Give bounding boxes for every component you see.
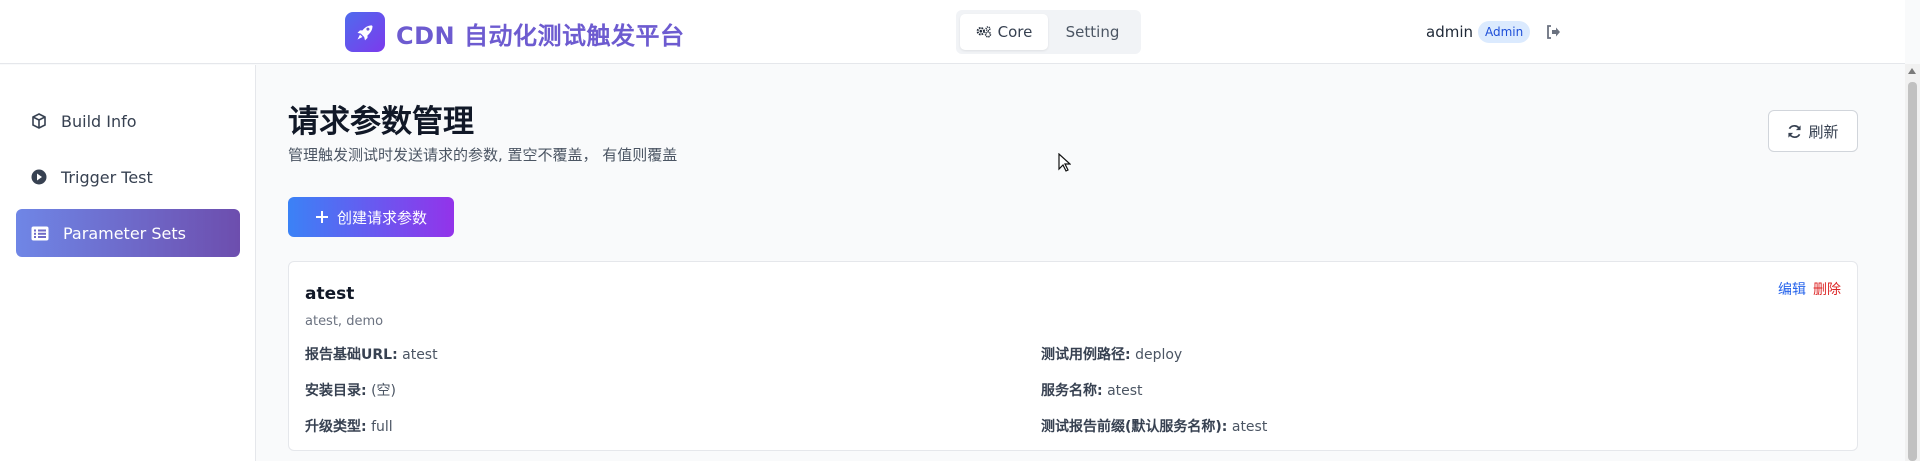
page-title: 请求参数管理 [288, 104, 474, 140]
field-label: 报告基础URL: [305, 347, 398, 363]
card-tags: atest, demo [305, 314, 384, 329]
tab-setting[interactable]: Setting [1048, 14, 1137, 50]
field-service-name: 服务名称: atest [1041, 380, 1143, 400]
field-label: 安装目录: [305, 383, 367, 399]
field-label: 升级类型: [305, 419, 367, 435]
sign-out-icon[interactable] [1545, 24, 1561, 40]
field-value: deploy [1135, 347, 1183, 363]
field-label: 测试报告前缀(默认服务名称): [1041, 419, 1228, 435]
field-value: atest [402, 347, 438, 363]
tab-core-label: Core [997, 23, 1033, 41]
sidebar-item-label: Build Info [61, 111, 137, 131]
list-icon [31, 226, 49, 240]
refresh-button[interactable]: 刷新 [1768, 110, 1858, 152]
plus-icon [315, 211, 328, 223]
create-label: 创建请求参数 [336, 208, 427, 227]
vertical-scrollbar[interactable] [1905, 64, 1920, 461]
sidebar-item-trigger-test[interactable]: Trigger Test [16, 153, 240, 201]
gears-icon [976, 26, 991, 38]
sidebar-item-build-info[interactable]: Build Info [16, 97, 240, 145]
edit-button[interactable]: 编辑 [1778, 279, 1806, 299]
mouse-cursor-icon [1058, 153, 1071, 172]
sidebar-item-parameter-sets[interactable]: Parameter Sets [16, 209, 240, 257]
tab-core[interactable]: Core [960, 14, 1048, 50]
field-value: full [371, 419, 393, 435]
field-value: atest [1107, 383, 1143, 399]
rocket-icon [357, 25, 373, 41]
create-parameter-button[interactable]: 创建请求参数 [288, 197, 454, 237]
refresh-icon [1788, 124, 1802, 138]
app-logo[interactable] [345, 12, 385, 52]
parameter-set-card: atest atest, demo 编辑 删除 报告基础URL: atest 测… [288, 261, 1858, 451]
cube-icon [32, 113, 46, 129]
refresh-label: 刷新 [1808, 122, 1839, 141]
delete-button[interactable]: 删除 [1813, 279, 1841, 299]
sidebar-item-label: Parameter Sets [63, 223, 186, 243]
field-report-prefix: 测试报告前缀(默认服务名称): atest [1041, 416, 1267, 436]
user-name: admin [1426, 23, 1473, 41]
scroll-up-icon[interactable] [1908, 68, 1916, 74]
field-label: 测试用例路径: [1041, 347, 1131, 363]
field-label: 服务名称: [1041, 383, 1103, 399]
field-report-base-url: 报告基础URL: atest [305, 344, 438, 364]
field-value: atest [1231, 419, 1268, 435]
mode-tabs: Core Setting [956, 10, 1141, 54]
top-header: CDN 自动化测试触发平台 Core Setting admin Admin [0, 0, 1905, 64]
page-subtitle: 管理触发测试时发送请求的参数, 置空不覆盖， 有值则覆盖 [288, 146, 678, 164]
tab-setting-label: Setting [1065, 23, 1120, 41]
card-title: atest [305, 284, 355, 304]
role-badge: Admin [1478, 21, 1531, 43]
sidebar: Build Info Trigger Test Parameter Sets [0, 65, 256, 461]
app-title: CDN 自动化测试触发平台 [396, 22, 685, 50]
scrollbar-thumb[interactable] [1908, 82, 1917, 461]
field-install-dir: 安装目录: (空) [305, 380, 396, 400]
field-test-case-path: 测试用例路径: deploy [1041, 344, 1182, 364]
sidebar-item-label: Trigger Test [61, 167, 153, 187]
field-upgrade-type: 升级类型: full [305, 416, 393, 436]
field-value: (空) [371, 383, 396, 399]
play-circle-icon [31, 169, 47, 185]
